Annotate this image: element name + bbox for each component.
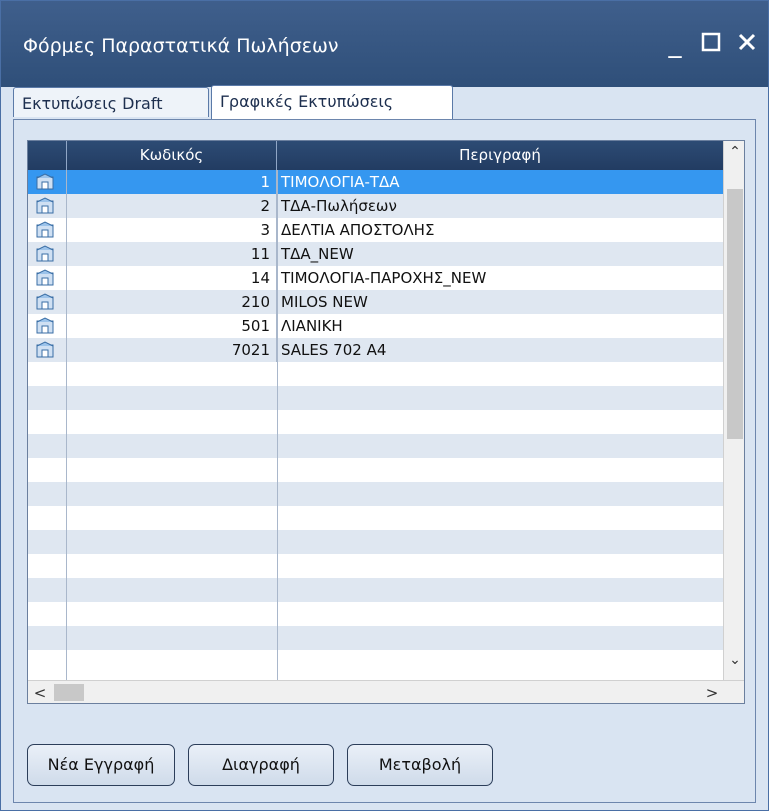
code-cell: 501 <box>67 314 277 338</box>
header-description[interactable]: Περιγραφή <box>277 141 723 170</box>
scroll-left-icon[interactable]: < <box>28 681 52 703</box>
form-record-icon <box>36 317 54 334</box>
tab-graphic-prints[interactable]: Γραφικές Εκτυπώσεις <box>211 85 453 119</box>
form-record-icon <box>36 245 54 262</box>
forms-grid[interactable]: Κωδικός Περιγραφή 1 ΤΙΜΟΛΟΓΙΑ-ΤΔΑ 2 ΤΔΑ-Πωλ… <box>27 140 745 704</box>
description-cell: ΤΙΜΟΛΟΓΙΑ-ΤΔΑ <box>281 173 400 191</box>
title-bar[interactable]: Φόρμες Παραστατικά Πωλήσεων _ <box>1 1 768 87</box>
tab-panel: Κωδικός Περιγραφή 1 ΤΙΜΟΛΟΓΙΑ-ΤΔΑ 2 ΤΔΑ-Πωλ… <box>13 119 756 803</box>
code-cell: 11 <box>67 242 277 266</box>
empty-row[interactable] <box>28 386 723 410</box>
row-icon-cell <box>28 314 67 338</box>
empty-row[interactable] <box>28 626 723 650</box>
description-cell: ΛΙΑΝΙΚΗ <box>281 317 343 335</box>
code-cell: 2 <box>67 194 277 218</box>
header-code[interactable]: Κωδικός <box>67 141 277 170</box>
description-cell: ΤΙΜΟΛΟΓΙΑ-ΠΑΡΟΧΗΣ_NEW <box>281 269 487 287</box>
row-icon-cell <box>28 242 67 266</box>
code-cell: 1 <box>67 170 277 194</box>
horizontal-scroll-thumb[interactable] <box>54 684 84 701</box>
row-icon-cell <box>28 266 67 290</box>
close-icon[interactable] <box>734 31 760 57</box>
column-divider <box>66 170 67 680</box>
edit-button[interactable]: Μεταβολή <box>347 744 493 786</box>
table-row[interactable]: 14 ΤΙΜΟΛΟΓΙΑ-ΠΑΡΟΧΗΣ_NEW <box>28 266 723 290</box>
row-icon-cell <box>28 194 67 218</box>
description-cell: ΤΔΑ_NEW <box>281 245 354 263</box>
header-icon-column <box>28 141 67 170</box>
description-cell: MILOS NEW <box>281 293 368 311</box>
table-row[interactable]: 2 ΤΔΑ-Πωλήσεων <box>28 194 723 218</box>
scroll-up-icon[interactable]: ⌃ <box>724 141 744 163</box>
window-title: Φόρμες Παραστατικά Πωλήσεων <box>23 35 339 57</box>
row-icon-cell <box>28 218 67 242</box>
description-cell: ΔΕΛΤΙΑ ΑΠΟΣΤΟΛΗΣ <box>281 221 435 239</box>
empty-row[interactable] <box>28 482 723 506</box>
scroll-down-icon[interactable]: ⌄ <box>724 649 744 671</box>
code-cell: 14 <box>67 266 277 290</box>
empty-row[interactable] <box>28 650 723 674</box>
form-record-icon <box>36 293 54 310</box>
minimize-icon[interactable]: _ <box>662 31 688 57</box>
horizontal-scrollbar[interactable]: < > <box>28 680 744 703</box>
empty-row[interactable] <box>28 458 723 482</box>
form-record-icon <box>36 341 54 358</box>
empty-row[interactable] <box>28 506 723 530</box>
table-row[interactable]: 501 ΛΙΑΝΙΚΗ <box>28 314 723 338</box>
form-record-icon <box>36 173 54 190</box>
column-divider <box>277 170 278 680</box>
description-cell: SALES 702 A4 <box>281 341 387 359</box>
form-record-icon <box>36 197 54 214</box>
empty-row[interactable] <box>28 410 723 434</box>
table-row[interactable]: 7021 SALES 702 A4 <box>28 338 723 362</box>
row-icon-cell <box>28 170 67 194</box>
empty-row[interactable] <box>28 554 723 578</box>
form-record-icon <box>36 221 54 238</box>
new-record-button[interactable]: Νέα Εγγραφή <box>27 744 175 786</box>
delete-button[interactable]: Διαγραφή <box>188 744 334 786</box>
empty-row[interactable] <box>28 602 723 626</box>
vertical-scroll-thumb[interactable] <box>727 189 743 439</box>
description-cell: ΤΔΑ-Πωλήσεων <box>281 197 397 215</box>
row-icon-cell <box>28 290 67 314</box>
table-row[interactable]: 1 ΤΙΜΟΛΟΓΙΑ-ΤΔΑ <box>28 170 723 194</box>
empty-row[interactable] <box>28 530 723 554</box>
form-record-icon <box>36 269 54 286</box>
maximize-icon[interactable] <box>698 31 724 57</box>
form-window: Φόρμες Παραστατικά Πωλήσεων _ Εκτυπώσεις… <box>0 0 769 811</box>
tab-draft-prints[interactable]: Εκτυπώσεις Draft <box>13 87 209 117</box>
grid-header: Κωδικός Περιγραφή <box>28 141 723 170</box>
code-cell: 210 <box>67 290 277 314</box>
code-cell: 7021 <box>67 338 277 362</box>
row-icon-cell <box>28 338 67 362</box>
empty-row[interactable] <box>28 362 723 386</box>
table-row[interactable]: 210 MILOS NEW <box>28 290 723 314</box>
empty-row[interactable] <box>28 578 723 602</box>
code-cell: 3 <box>67 218 277 242</box>
scroll-right-icon[interactable]: > <box>700 681 724 703</box>
table-row[interactable]: 11 ΤΔΑ_NEW <box>28 242 723 266</box>
table-row[interactable]: 3 ΔΕΛΤΙΑ ΑΠΟΣΤΟΛΗΣ <box>28 218 723 242</box>
empty-row[interactable] <box>28 434 723 458</box>
vertical-scrollbar[interactable]: ⌃ ⌄ <box>723 141 744 680</box>
